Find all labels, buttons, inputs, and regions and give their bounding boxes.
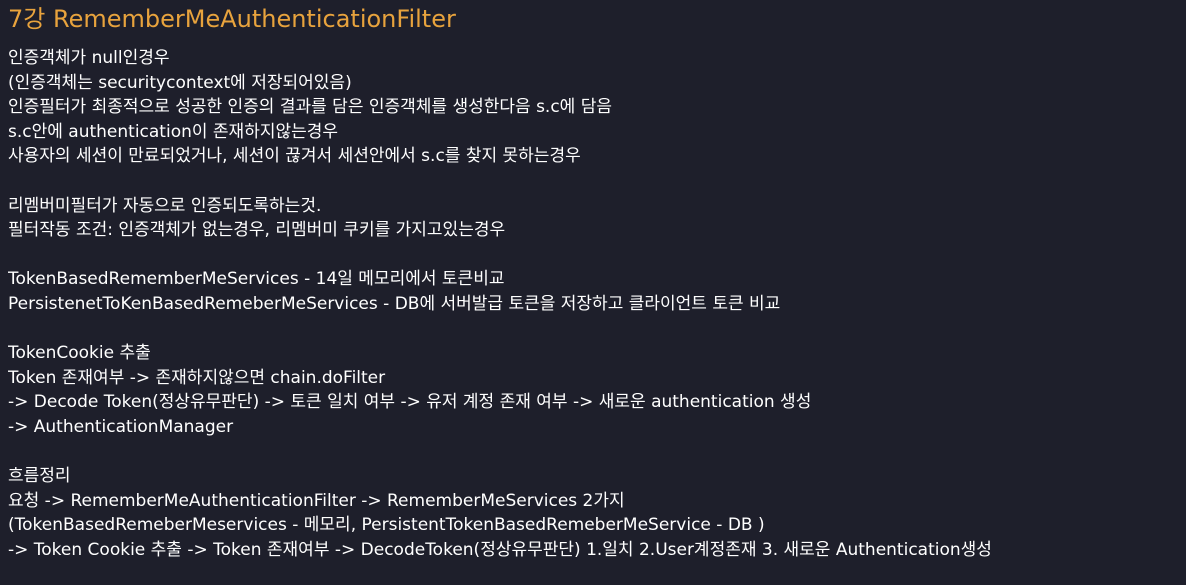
note-content: 인증객체가 null인경우 (인증객체는 securitycontext에 저장… bbox=[8, 46, 1186, 562]
text-line: Token 존재여부 -> 존재하지않으면 chain.doFilter bbox=[8, 367, 386, 388]
text-line: TokenCookie 추출 bbox=[8, 343, 151, 364]
section-flow-summary: 흐름정리 요청 -> RememberMeAuthenticationFilte… bbox=[8, 464, 1186, 562]
text-line: 흐름정리 bbox=[8, 466, 71, 487]
section-services: TokenBasedRememberMeServices - 14일 메모리에서… bbox=[8, 267, 1186, 316]
text-line: s.c안에 authentication이 존재하지않는경우 bbox=[8, 121, 339, 142]
text-line: 사용자의 세션이 만료되었거나, 세션이 끊겨서 세션안에서 s.c를 찾지 못… bbox=[8, 146, 581, 167]
page-title: 7강 RememberMeAuthenticationFilter bbox=[8, 5, 456, 33]
text-line: 요청 -> RememberMeAuthenticationFilter -> … bbox=[8, 490, 625, 511]
text-line: TokenBasedRememberMeServices - 14일 메모리에서… bbox=[8, 269, 505, 290]
text-line: 인증객체가 null인경우 bbox=[8, 48, 170, 68]
text-line: (인증객체는 securitycontext에 저장되어있음) bbox=[8, 72, 352, 93]
section-null-authentication: 인증객체가 null인경우 (인증객체는 securitycontext에 저장… bbox=[8, 46, 1186, 169]
text-line: -> AuthenticationManager bbox=[8, 416, 234, 437]
text-line: -> Token Cookie 추출 -> Token 존재여부 -> Deco… bbox=[8, 539, 992, 560]
text-line: -> Decode Token(정상유무판단) -> 토큰 일치 여부 -> 유… bbox=[8, 392, 812, 413]
section-token-cookie: TokenCookie 추출 Token 존재여부 -> 존재하지않으면 cha… bbox=[8, 341, 1186, 439]
text-line: 필터작동 조건: 인증객체가 없는경우, 리멤버미 쿠키를 가지고있는경우 bbox=[8, 220, 506, 241]
text-line: 리멤버미필터가 자동으로 인증되도록하는것. bbox=[8, 195, 322, 216]
note-page: 7강 RememberMeAuthenticationFilter 인증객체가 … bbox=[0, 0, 1186, 585]
section-rememberme-filter: 리멤버미필터가 자동으로 인증되도록하는것. 필터작동 조건: 인증객체가 없는… bbox=[8, 194, 1186, 243]
text-line: (TokenBasedRemeberMeservices - 메모리, Pers… bbox=[8, 515, 765, 536]
text-line: 인증필터가 최종적으로 성공한 인증의 결과를 담은 인증객체를 생성한다음 s… bbox=[8, 97, 613, 118]
text-line: PersistenetToKenBasedRemeberMeServices -… bbox=[8, 293, 781, 314]
